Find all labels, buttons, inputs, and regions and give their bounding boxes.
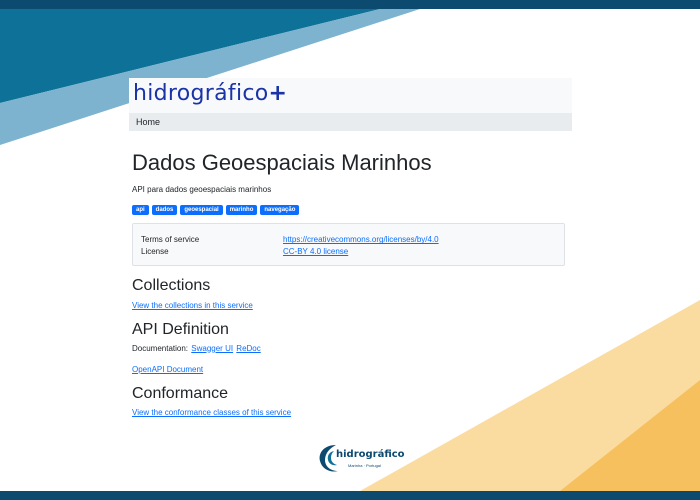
brand-logo[interactable]: hidrográfico+: [133, 81, 287, 106]
terms-row: Terms of service https://creativecommons…: [141, 234, 556, 246]
terms-link[interactable]: https://creativecommons.org/licenses/by/…: [283, 234, 439, 246]
license-link[interactable]: CC-BY 4.0 license: [283, 246, 348, 258]
terms-label: Terms of service: [141, 235, 200, 245]
swagger-ui-link[interactable]: Swagger UI: [191, 344, 233, 353]
collections-title: Collections: [132, 277, 211, 295]
collections-link[interactable]: View the collections in this service: [132, 301, 565, 310]
conformance-title: Conformance: [132, 384, 229, 402]
bottom-bar: [0, 491, 700, 500]
footer-logo: hidrográfico Marinha · Portugal: [316, 441, 405, 475]
tag-geoespacial: geoespacial: [180, 205, 223, 216]
page-title: Dados Geoespaciais Marinhos: [132, 150, 432, 175]
top-bar: [0, 0, 700, 9]
footer-logo-subtext: Marinha · Portugal: [348, 463, 381, 468]
documentation-label: Documentation:: [132, 343, 189, 353]
api-definition-title: API Definition: [132, 320, 229, 338]
license-row: License CC-BY 4.0 license: [141, 246, 556, 258]
openapi-document-link[interactable]: OpenAPI Document: [132, 365, 565, 374]
tag-marinho: marinho: [225, 205, 258, 216]
breadcrumb-nav: Home: [129, 113, 572, 131]
page-subtitle: API para dados geoespaciais marinhos: [132, 185, 272, 195]
keyword-tags: api dados geoespacial marinho navegação: [132, 205, 565, 216]
conformance-link[interactable]: View the conformance classes of this ser…: [132, 408, 565, 417]
brand-name: hidrográfico: [133, 81, 269, 106]
header: hidrográfico+: [129, 78, 572, 113]
service-info-box: Terms of service https://creativecommons…: [132, 223, 565, 267]
documentation-line: Documentation: Swagger UI ReDoc: [132, 344, 565, 353]
redoc-link[interactable]: ReDoc: [236, 344, 260, 353]
tag-dados: dados: [151, 205, 178, 216]
tag-api: api: [132, 205, 149, 216]
main-content: Dados Geoespaciais Marinhos API para dad…: [132, 150, 565, 417]
nav-home-link[interactable]: Home: [136, 117, 160, 127]
brand-plus-icon: +: [268, 81, 288, 106]
license-label: License: [141, 247, 169, 257]
footer-logo-text: hidrográfico: [336, 449, 405, 460]
tag-navegacao: navegação: [260, 205, 300, 216]
